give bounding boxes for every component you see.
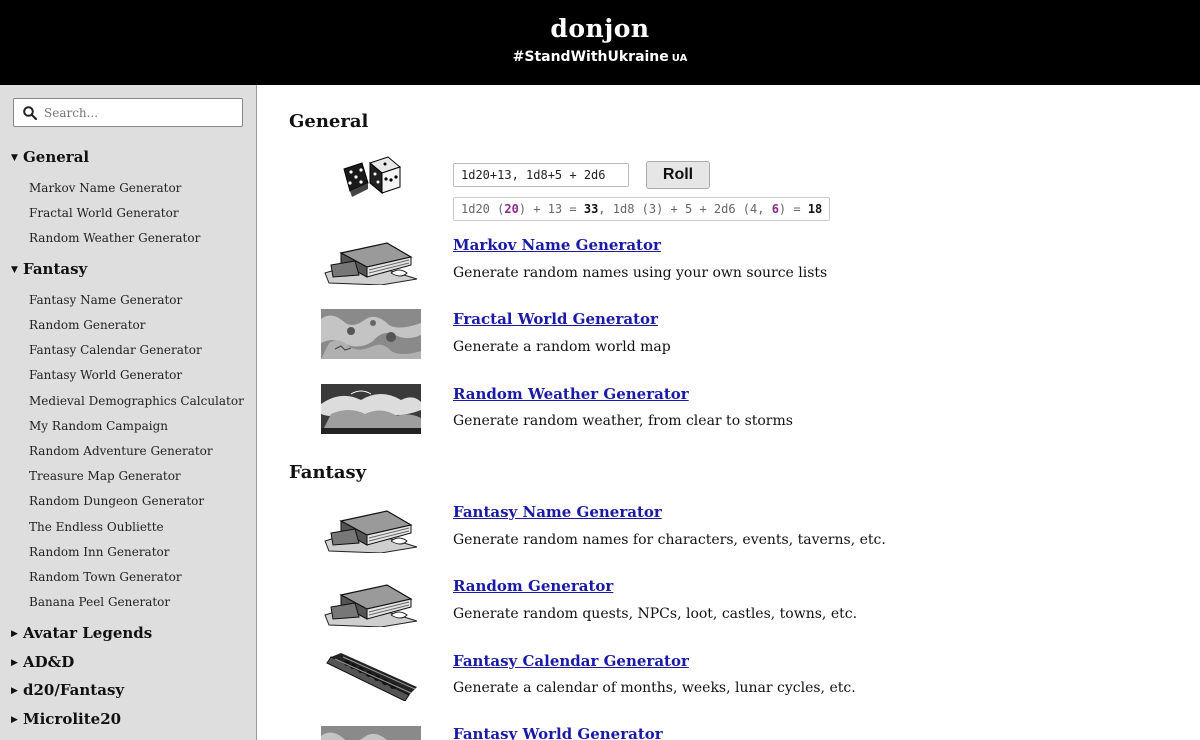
main-content: General Roll 1d20 (20) + 13 = 33, 1d8 (3… bbox=[258, 85, 1200, 740]
entry-link-fantasy-name-generator[interactable]: Fantasy Name Generator bbox=[453, 503, 662, 521]
sidebar-item-fantasy-name-generator[interactable]: Fantasy Name Generator bbox=[29, 293, 182, 307]
book-stack-icon bbox=[324, 584, 418, 627]
sidebar: ▼General Markov Name Generator Fractal W… bbox=[0, 85, 257, 740]
site-subtitle[interactable]: #StandWithUkraine UA bbox=[0, 49, 1200, 65]
site-title[interactable]: donjon bbox=[0, 14, 1200, 43]
section-title-general: General bbox=[289, 111, 369, 132]
triangle-right-icon: ▶ bbox=[11, 658, 18, 668]
sidebar-item-random-dungeon-generator[interactable]: Random Dungeon Generator bbox=[29, 494, 204, 508]
roll-button[interactable]: Roll bbox=[646, 161, 710, 189]
search-icon bbox=[23, 106, 37, 120]
entry-desc-fantasy-name-generator: Generate random names for characters, ev… bbox=[453, 532, 886, 548]
nav-group-add[interactable]: ▶ AD&D bbox=[11, 653, 74, 671]
nav-group-d20-fantasy[interactable]: ▶ d20/Fantasy bbox=[11, 681, 124, 699]
entry-link-random-weather-generator[interactable]: Random Weather Generator bbox=[453, 385, 689, 403]
sidebar-item-markov-name-generator[interactable]: Markov Name Generator bbox=[29, 181, 181, 195]
dice-expression-input[interactable] bbox=[453, 163, 629, 187]
triangle-down-icon: ▼ bbox=[11, 153, 18, 163]
sidebar-item-random-weather-generator[interactable]: Random Weather Generator bbox=[29, 231, 200, 245]
subtitle-text[interactable]: #StandWithUkraine bbox=[513, 49, 669, 65]
sidebar-item-medieval-demographics-calculator[interactable]: Medieval Demographics Calculator bbox=[29, 394, 244, 408]
sidebar-item-random-town-generator[interactable]: Random Town Generator bbox=[29, 570, 182, 584]
triangle-right-icon: ▶ bbox=[11, 629, 18, 639]
nav-group-avatar-legends[interactable]: ▶ Avatar Legends bbox=[11, 624, 152, 642]
triangle-right-icon: ▶ bbox=[11, 715, 18, 725]
sidebar-item-fractal-world-generator[interactable]: Fractal World Generator bbox=[29, 206, 179, 220]
triangle-down-icon: ▼ bbox=[11, 265, 18, 275]
sidebar-item-the-endless-oubliette[interactable]: The Endless Oubliette bbox=[29, 520, 164, 534]
entry-link-random-generator[interactable]: Random Generator bbox=[453, 577, 613, 595]
search-input[interactable] bbox=[44, 102, 234, 123]
triangle-right-icon: ▶ bbox=[11, 686, 18, 696]
entry-desc-random-generator: Generate random quests, NPCs, loot, cast… bbox=[453, 606, 858, 622]
nav-group-fantasy[interactable]: ▼ Fantasy bbox=[11, 260, 87, 278]
book-stack-icon bbox=[324, 242, 418, 285]
ua-flag-label: UA bbox=[671, 53, 688, 64]
entry-desc-random-weather-generator: Generate random weather, from clear to s… bbox=[453, 413, 793, 429]
entry-desc-fractal-world-generator: Generate a random world map bbox=[453, 339, 671, 355]
nav-group-general[interactable]: ▼ General bbox=[11, 148, 89, 166]
search-box[interactable] bbox=[13, 98, 243, 127]
nav-group-microlite20[interactable]: ▶ Microlite20 bbox=[11, 710, 121, 728]
sidebar-item-treasure-map-generator[interactable]: Treasure Map Generator bbox=[29, 469, 181, 483]
entry-link-fantasy-world-generator[interactable]: Fantasy World Generator bbox=[453, 725, 663, 740]
world-map-icon bbox=[321, 309, 421, 359]
book-stack-icon bbox=[324, 510, 418, 553]
entry-desc-markov-name-generator: Generate random names using your own sou… bbox=[453, 265, 828, 281]
sidebar-item-random-inn-generator[interactable]: Random Inn Generator bbox=[29, 545, 170, 559]
dice-icon bbox=[343, 156, 402, 197]
world-map-icon bbox=[321, 726, 421, 740]
sidebar-item-random-generator[interactable]: Random Generator bbox=[29, 318, 145, 332]
entry-link-markov-name-generator[interactable]: Markov Name Generator bbox=[453, 236, 661, 254]
entry-desc-fantasy-calendar-generator: Generate a calendar of months, weeks, lu… bbox=[453, 680, 856, 696]
section-title-fantasy: Fantasy bbox=[289, 462, 367, 483]
sidebar-item-fantasy-world-generator[interactable]: Fantasy World Generator bbox=[29, 368, 182, 382]
sidebar-item-banana-peel-generator[interactable]: Banana Peel Generator bbox=[29, 595, 170, 609]
sidebar-item-random-adventure-generator[interactable]: Random Adventure Generator bbox=[29, 444, 213, 458]
sidebar-item-fantasy-calendar-generator[interactable]: Fantasy Calendar Generator bbox=[29, 343, 202, 357]
sidebar-item-my-random-campaign[interactable]: My Random Campaign bbox=[29, 419, 168, 433]
storm-clouds-icon bbox=[321, 384, 421, 434]
site-header: donjon #StandWithUkraine UA bbox=[0, 0, 1200, 85]
abacus-icon bbox=[326, 653, 417, 701]
entry-link-fractal-world-generator[interactable]: Fractal World Generator bbox=[453, 310, 658, 328]
entry-link-fantasy-calendar-generator[interactable]: Fantasy Calendar Generator bbox=[453, 652, 689, 670]
dice-result: 1d20 (20) + 13 = 33, 1d8 (3) + 5 + 2d6 (… bbox=[453, 197, 831, 221]
